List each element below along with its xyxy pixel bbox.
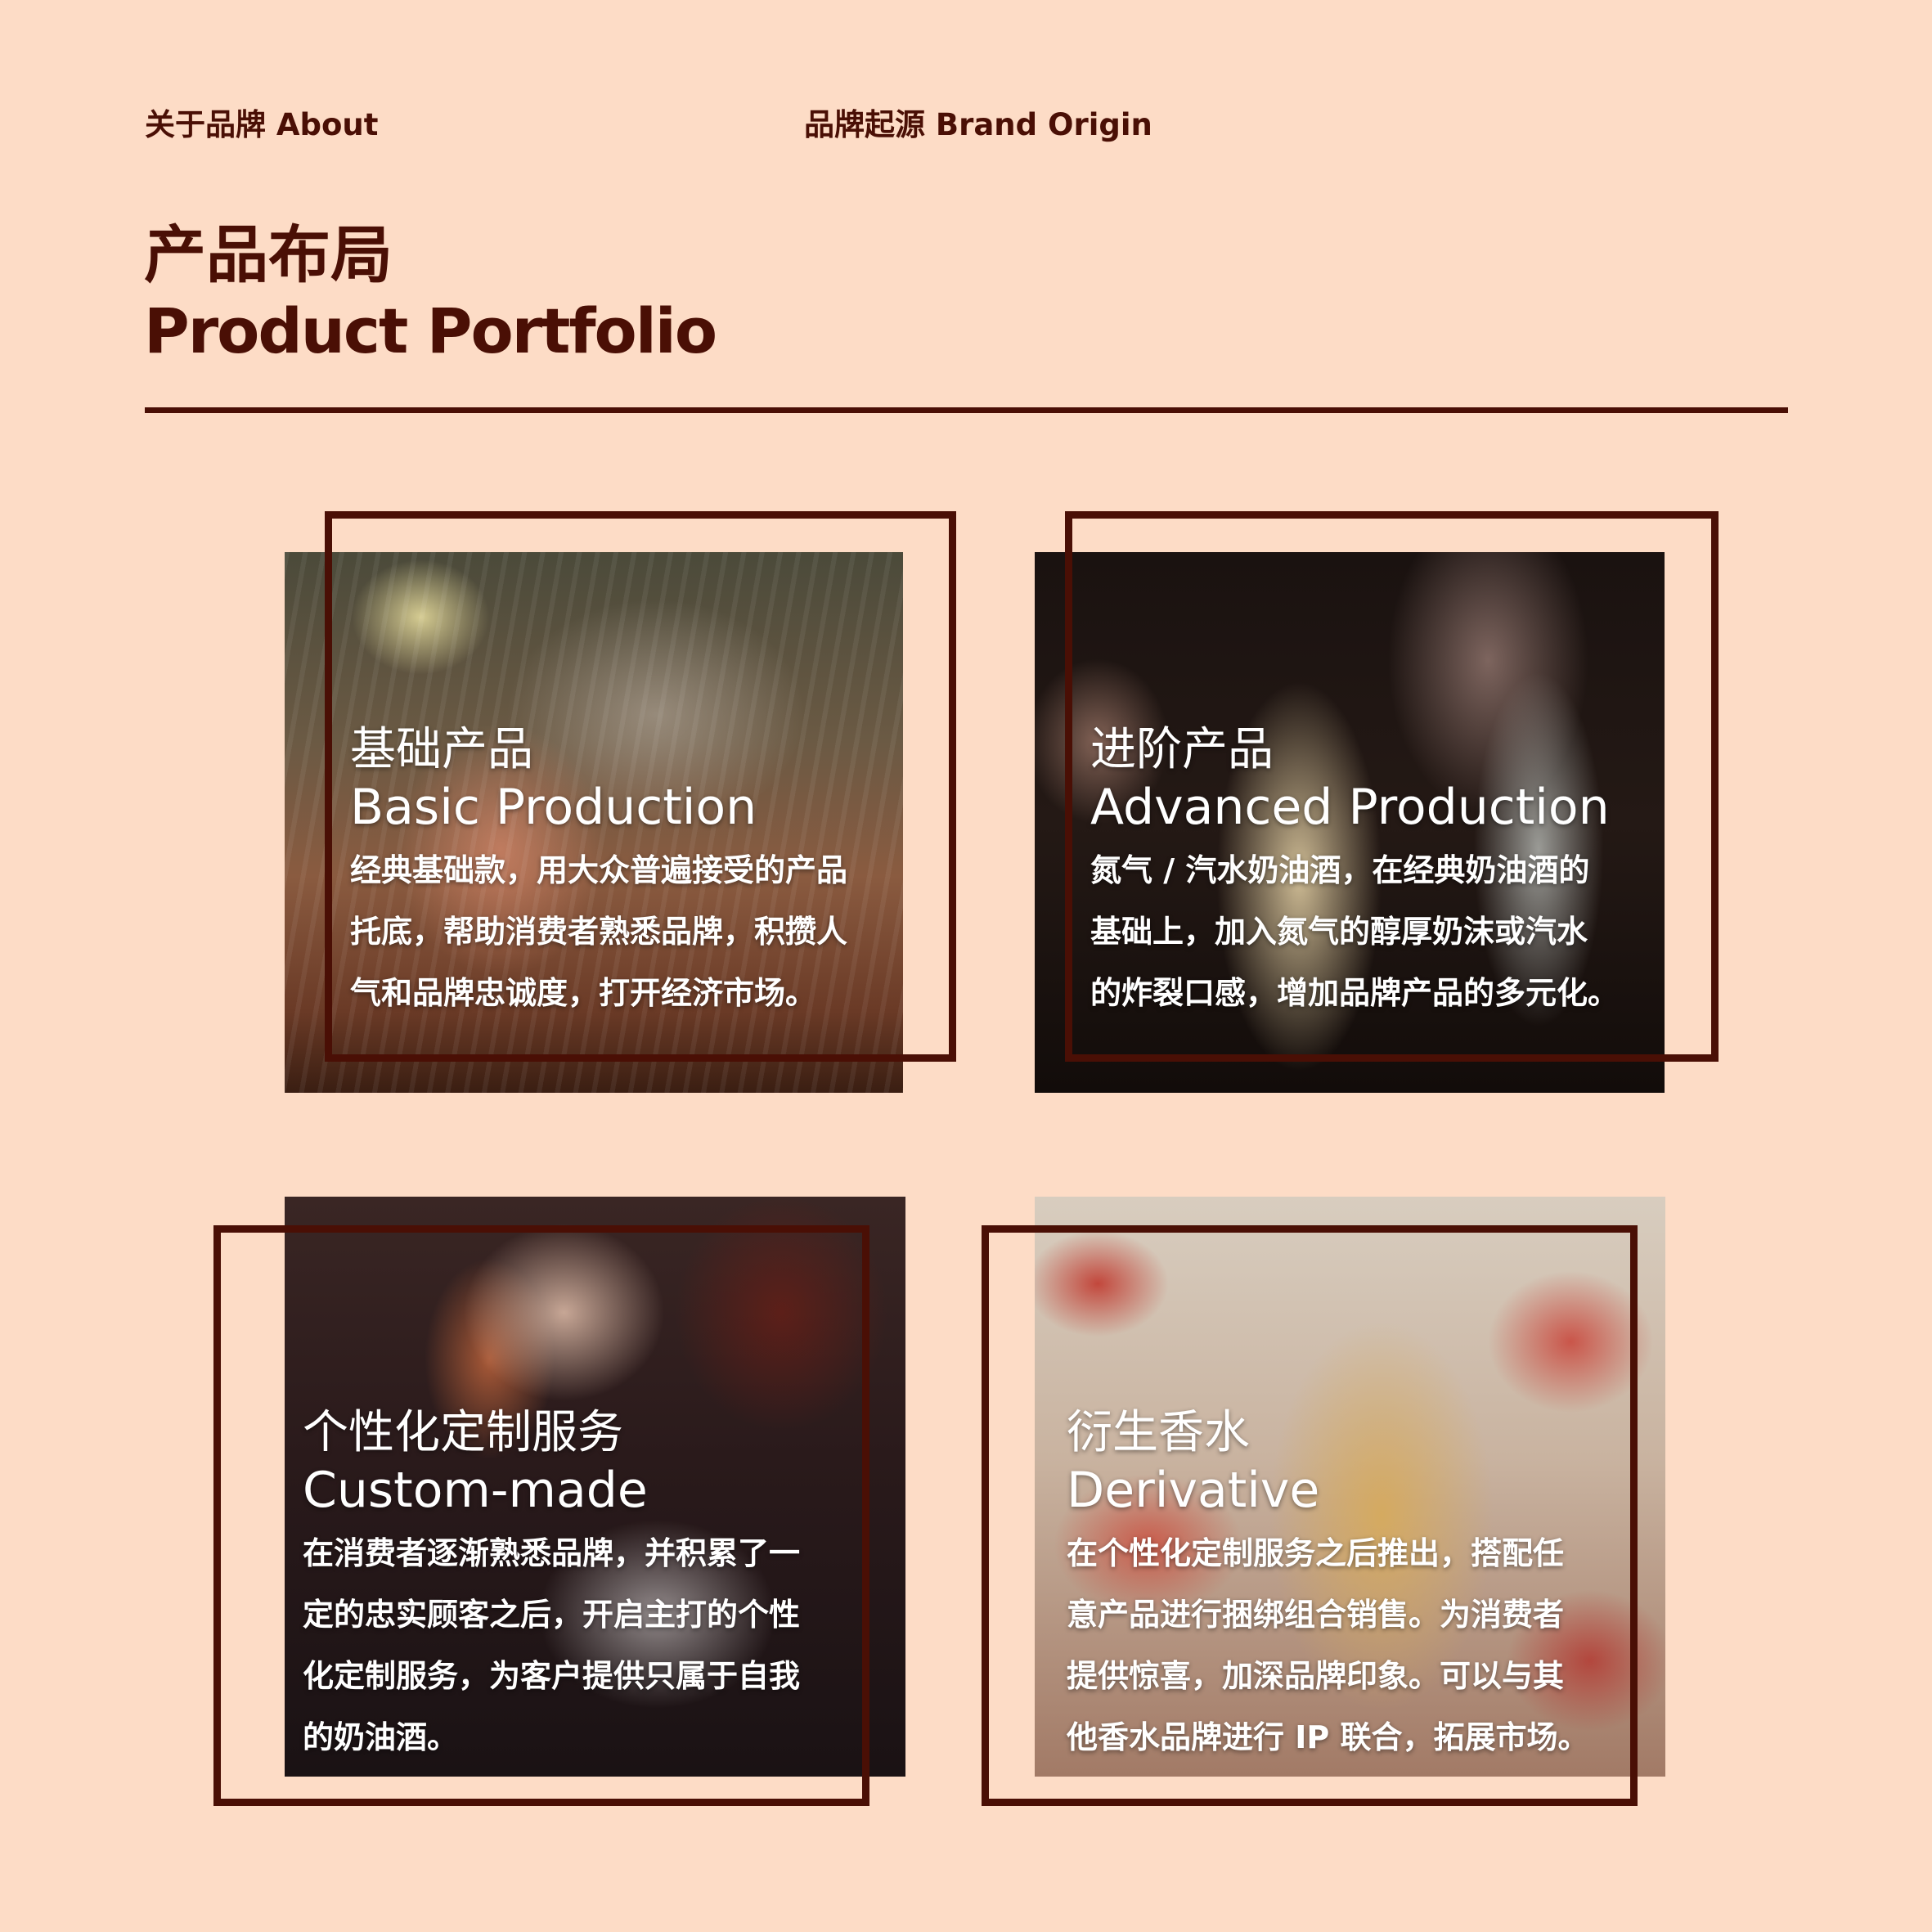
basic-production-title-cn: 基础产品 bbox=[350, 723, 533, 776]
custom-made-description: 在消费者逐渐熟悉品牌，并积累了一 定的忠实顾客之后，开启主打的个性 化定制服务，… bbox=[303, 1535, 801, 1755]
derivative-title-cn: 衍生香水 bbox=[1067, 1406, 1250, 1459]
derivative-description: 在个性化定制服务之后推出，搭配任 意产品进行捆绑组合销售。为消费者 提供惊喜，加… bbox=[1067, 1535, 1589, 1755]
page-title-en: Product Portfolio bbox=[144, 294, 717, 367]
custom-made-card[interactable]: 个性化定制服务 Custom-made 在消费者逐渐熟悉品牌，并积累了一 定的忠… bbox=[303, 1405, 800, 1768]
advanced-production-title-en: Advanced Production bbox=[1090, 779, 1610, 836]
derivative-card[interactable]: 衍生香水 Derivative 在个性化定制服务之后推出，搭配任 意产品进行捆绑… bbox=[1067, 1405, 1588, 1768]
advanced-production-card[interactable]: 进阶产品 Advanced Production 氮气 / 汽水奶油酒，在经典奶… bbox=[1090, 722, 1619, 1024]
nav-about-link[interactable]: 关于品牌 About bbox=[145, 100, 378, 144]
custom-made-title-cn: 个性化定制服务 bbox=[303, 1406, 623, 1459]
page-title-cn: 产品布局 bbox=[144, 218, 393, 291]
advanced-production-description: 氮气 / 汽水奶油酒，在经典奶油酒的 基础上，加入氮气的醇厚奶沫或汽水 的炸裂口… bbox=[1090, 852, 1620, 1011]
basic-production-card[interactable]: 基础产品 Basic Production 经典基础款，用大众普遍接受的产品 托… bbox=[350, 722, 847, 1024]
derivative-title-en: Derivative bbox=[1067, 1462, 1320, 1519]
advanced-production-title-cn: 进阶产品 bbox=[1090, 723, 1274, 776]
basic-production-description: 经典基础款，用大众普遍接受的产品 托底，帮助消费者熟悉品牌，积攒人 气和品牌忠诚… bbox=[350, 852, 848, 1011]
nav-brand-origin-link[interactable]: 品牌起源 Brand Origin bbox=[804, 100, 1152, 144]
basic-production-title-en: Basic Production bbox=[350, 779, 757, 836]
custom-made-title-en: Custom-made bbox=[303, 1462, 648, 1519]
heading-divider bbox=[145, 407, 1788, 413]
